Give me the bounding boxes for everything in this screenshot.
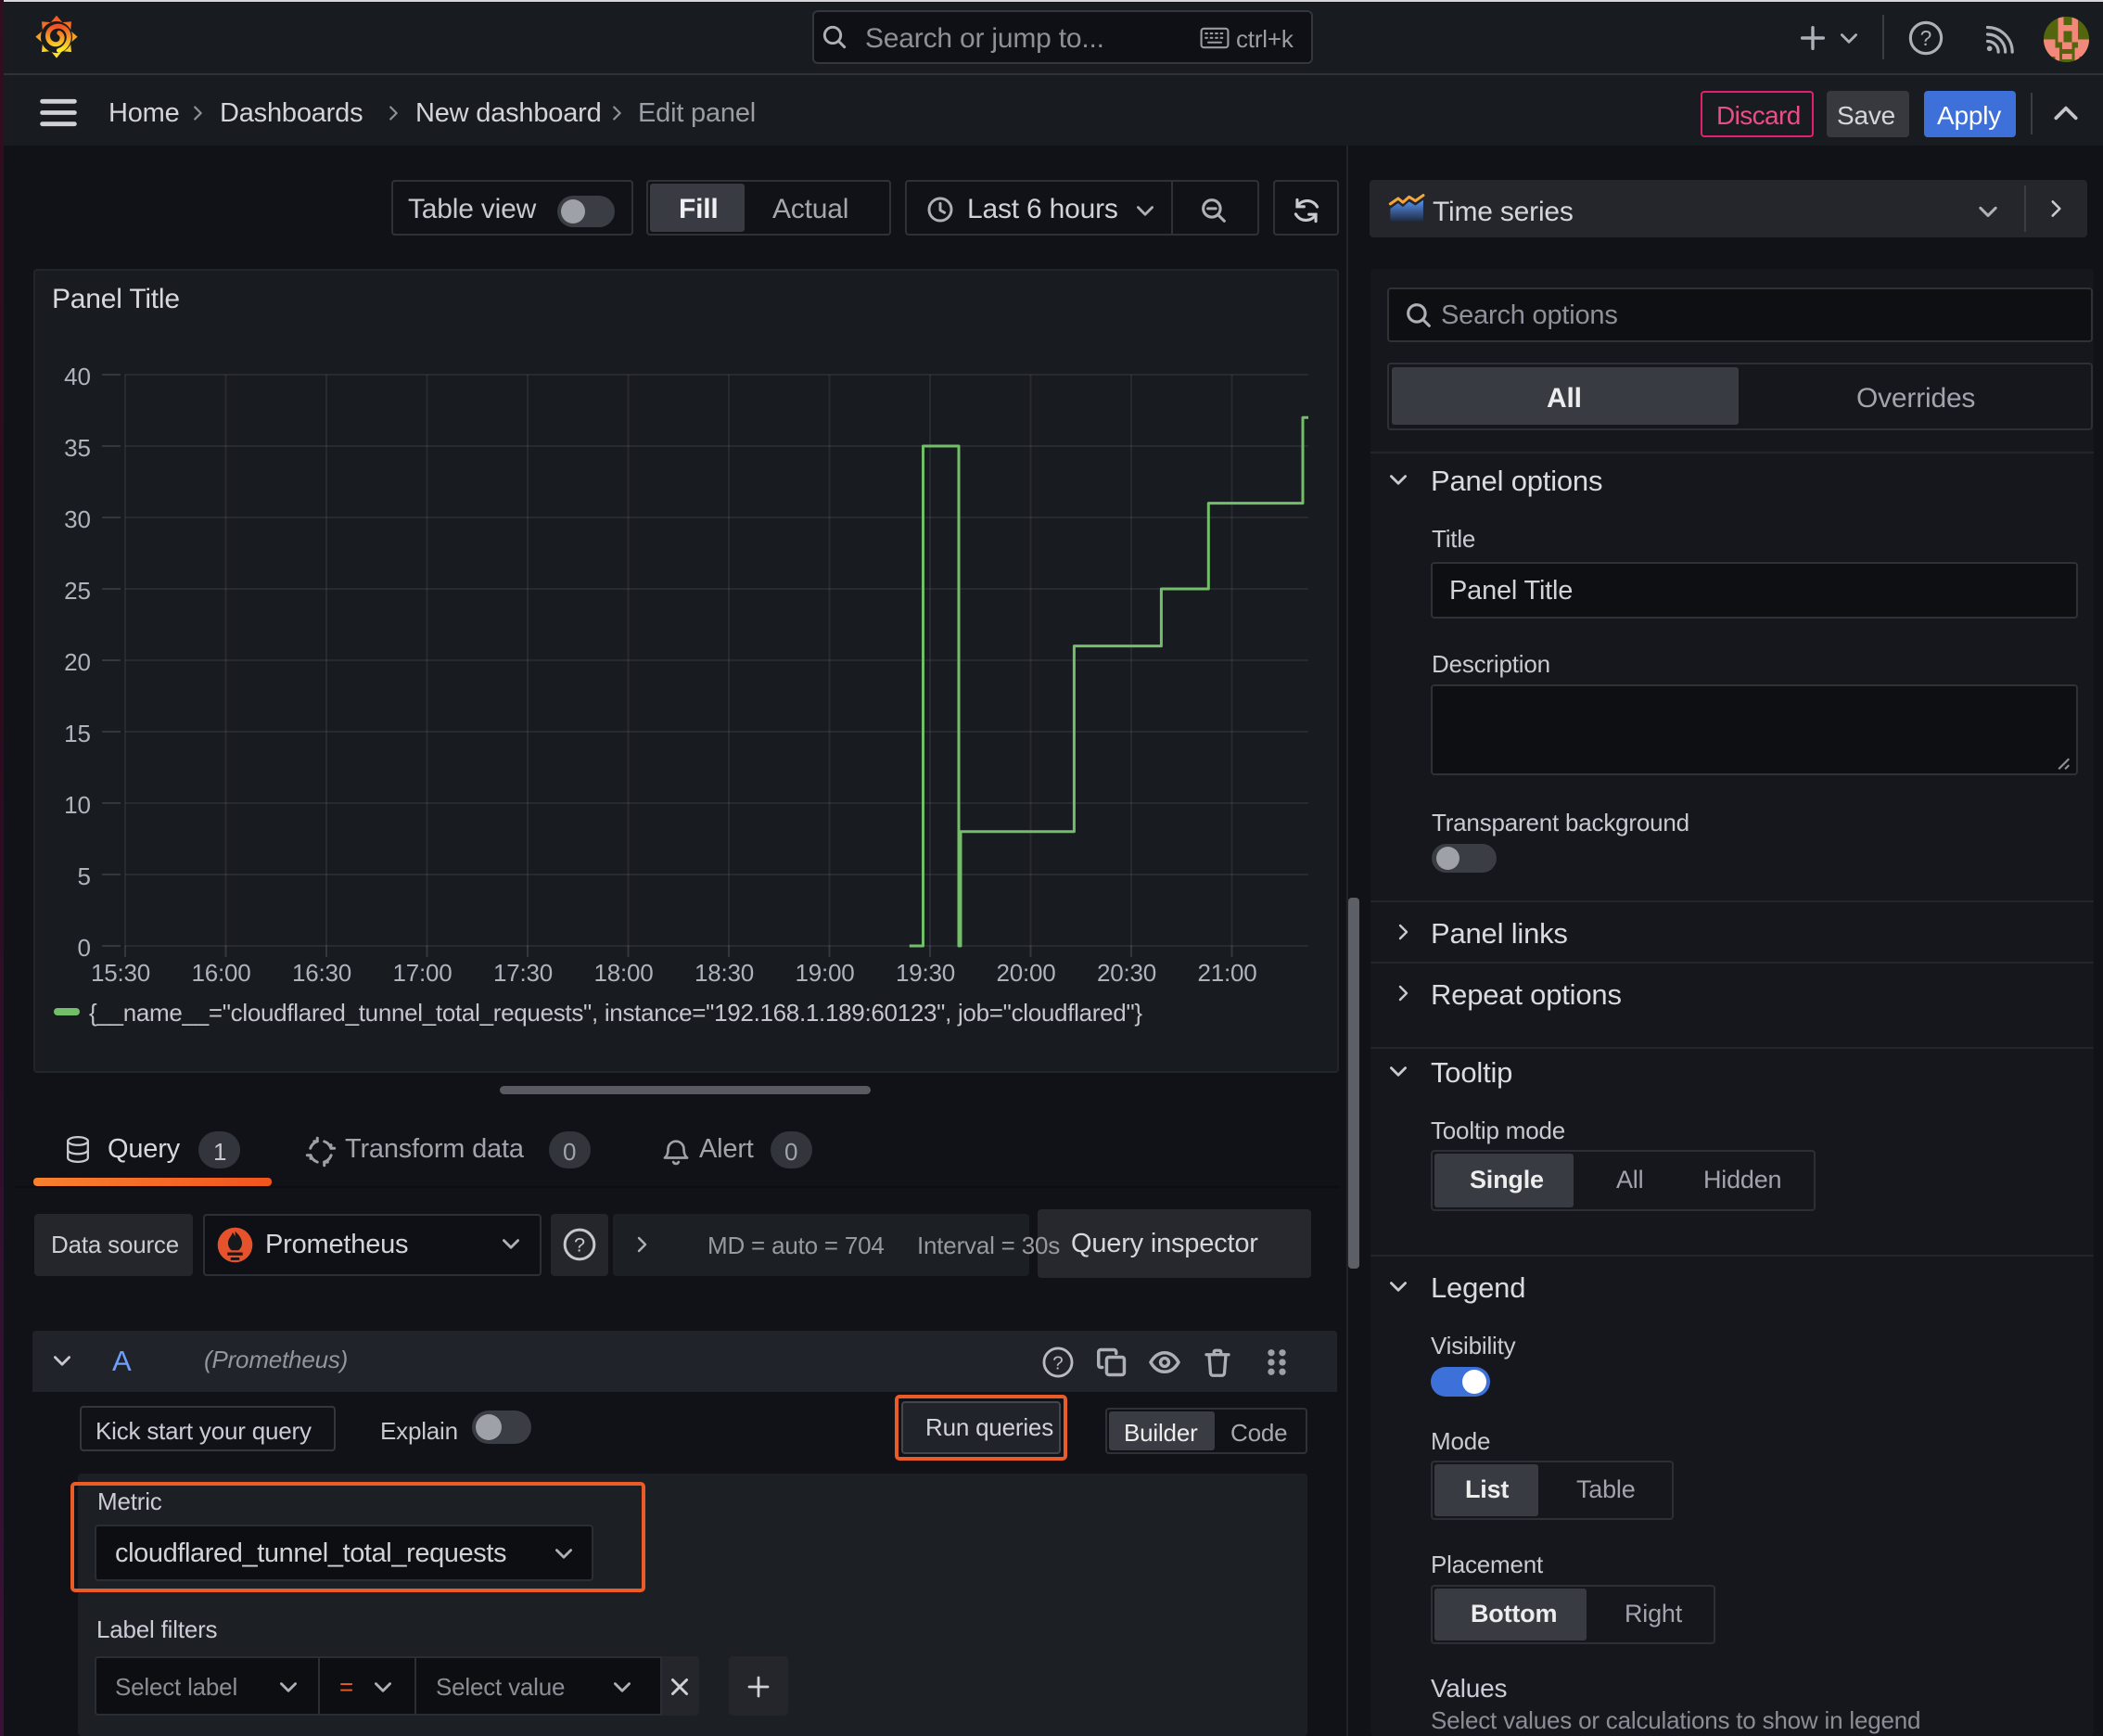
svg-text:?: ?	[1920, 26, 1932, 50]
svg-text:?: ?	[1052, 1352, 1063, 1373]
svg-text:?: ?	[574, 1233, 585, 1257]
